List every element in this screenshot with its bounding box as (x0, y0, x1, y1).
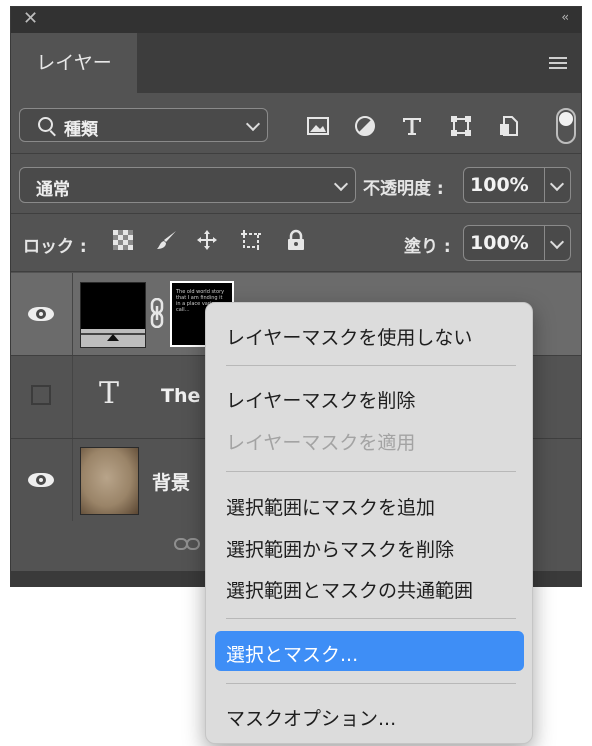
image-filter-icon[interactable] (307, 115, 329, 137)
menu-separator (226, 618, 516, 619)
filter-kind-select[interactable]: 種類 (19, 108, 268, 142)
chevron-down-icon (333, 176, 349, 192)
lock-label: ロック : (23, 237, 87, 257)
lock-transparent-pixels-icon[interactable] (112, 229, 134, 251)
lock-artboard-icon[interactable] (240, 229, 262, 251)
mask-link-icon[interactable] (150, 298, 164, 328)
menu-item-add-mask-to-selection[interactable]: 選択範囲にマスクを追加 (226, 493, 435, 520)
menu-item-select-and-mask[interactable]: 選択とマスク... (226, 640, 358, 667)
blend-mode-value: 通常 (36, 180, 70, 200)
tab-bar: レイヤー (11, 33, 581, 93)
divider (11, 213, 581, 214)
divider (544, 168, 545, 202)
eye-icon[interactable] (28, 307, 54, 321)
layer-thumbnail[interactable] (80, 282, 146, 348)
visibility-checkbox[interactable] (31, 385, 51, 405)
chevron-down-icon (245, 116, 261, 132)
close-icon[interactable]: ✕ (23, 8, 38, 29)
menu-item-delete-layer-mask[interactable]: レイヤーマスクを削除 (226, 386, 415, 413)
collapse-icon[interactable]: ‹‹ (561, 10, 568, 24)
smart-object-filter-icon[interactable] (498, 115, 520, 137)
link-layers-icon[interactable] (174, 537, 200, 551)
menu-item-subtract-mask-from-selection[interactable]: 選択範囲からマスクを削除 (226, 535, 454, 562)
blend-mode-select[interactable]: 通常 (19, 167, 356, 203)
fill-value: 100% (470, 232, 529, 254)
menu-separator (226, 471, 516, 472)
fill-label: 塗り : (404, 237, 451, 257)
tab-layers[interactable]: レイヤー (11, 33, 137, 93)
layer-name[interactable]: The (161, 385, 200, 407)
divider (11, 271, 581, 272)
type-layer-icon: T (99, 376, 120, 411)
lock-image-pixels-icon[interactable] (156, 229, 178, 251)
context-menu: レイヤーマスクを使用しない レイヤーマスクを削除 レイヤーマスクを適用 選択範囲… (205, 302, 533, 744)
chevron-down-icon[interactable] (549, 176, 565, 192)
hamburger-menu-icon[interactable] (549, 57, 567, 69)
filter-kind-label: 種類 (64, 120, 98, 140)
menu-separator (226, 365, 516, 366)
visibility-cell[interactable] (11, 439, 73, 521)
menu-item-intersect-mask-with-selection[interactable]: 選択範囲とマスクの共通範囲 (226, 576, 473, 603)
menu-item-apply-layer-mask: レイヤーマスクを適用 (226, 432, 416, 454)
menu-separator (226, 683, 516, 684)
visibility-cell[interactable] (11, 273, 73, 355)
chevron-down-icon[interactable] (549, 234, 565, 250)
layer-name[interactable]: 背景 (152, 468, 190, 495)
menu-item-mask-options[interactable]: マスクオプション... (226, 704, 396, 731)
divider (11, 153, 581, 154)
panel-title-strip: ✕ ‹‹ (11, 7, 581, 33)
opacity-value: 100% (470, 174, 529, 196)
opacity-label: 不透明度 : (363, 179, 444, 199)
shape-filter-icon[interactable] (450, 115, 472, 137)
eye-icon[interactable] (28, 473, 54, 487)
lock-position-icon[interactable] (196, 229, 218, 251)
menu-item-disable-layer-mask[interactable]: レイヤーマスクを使用しない (226, 323, 472, 350)
adjustment-filter-icon[interactable] (354, 115, 376, 137)
fill-field[interactable]: 100% (463, 225, 571, 261)
filter-toggle-switch[interactable] (556, 108, 576, 144)
type-filter-icon[interactable] (401, 115, 423, 137)
search-icon (38, 117, 53, 132)
opacity-field[interactable]: 100% (463, 167, 571, 203)
visibility-cell[interactable] (11, 356, 73, 438)
background-thumbnail[interactable] (80, 447, 139, 515)
divider (544, 226, 545, 260)
lock-all-icon[interactable] (285, 229, 307, 251)
